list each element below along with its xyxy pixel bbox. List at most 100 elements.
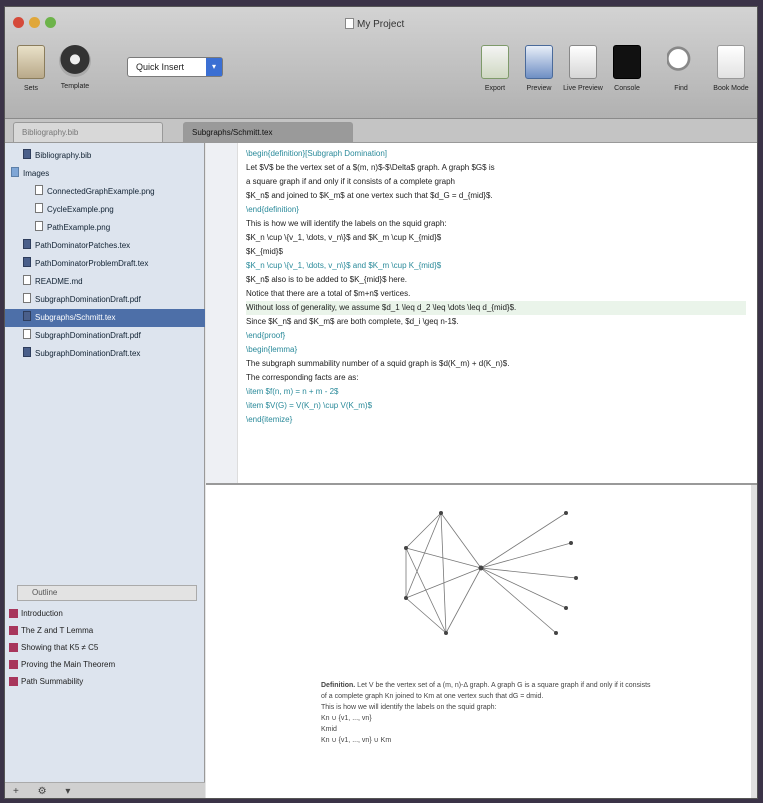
file-tree-item-label: ConnectedGraphExample.png: [47, 187, 155, 196]
book-mode-button[interactable]: Book Mode: [709, 45, 753, 92]
export-icon: [481, 45, 509, 79]
source-editor[interactable]: \begin{definition}[Subgraph Domination] L…: [206, 143, 757, 485]
file-tree-item[interactable]: README.md: [5, 273, 205, 291]
file-icon: [23, 239, 31, 249]
code-line[interactable]: a square graph if and only if it consist…: [246, 175, 746, 189]
outline-item[interactable]: Path Summability: [5, 673, 205, 690]
file-icon: [23, 329, 31, 339]
outline-item[interactable]: Introduction: [5, 605, 205, 622]
file-icon: [23, 257, 31, 267]
file-tree-item-label: CycleExample.png: [47, 205, 114, 214]
sets-button[interactable]: Sets: [9, 45, 53, 92]
pdf-preview[interactable]: Definition. Let V be the vertex set of a…: [206, 485, 757, 798]
outline-item[interactable]: Showing that K5 ≠ C5: [5, 639, 205, 656]
pdf-lines: This is how we will identify the labels …: [321, 702, 651, 746]
code-line[interactable]: Notice that there are a total of $m+n$ v…: [246, 287, 746, 301]
section-icon: [9, 626, 18, 635]
find-button[interactable]: Find: [659, 45, 703, 92]
file-tree-item-label: Subgraphs/Schmitt.tex: [35, 313, 116, 322]
file-tree-item[interactable]: PathDominatorProblemDraft.tex: [5, 255, 205, 273]
pdf-line: Kn ∪ {v1, ..., vn} ∪ Km: [321, 737, 392, 744]
app-window: My Project Sets Template Quick Insert ▾ …: [4, 6, 758, 799]
pdf-body-text: Definition. Let V be the vertex set of a…: [321, 680, 651, 746]
sets-icon: [17, 45, 45, 79]
code-line[interactable]: $K_n$ also is to be added to $K_{mid}$ h…: [246, 273, 746, 287]
section-icon: [9, 609, 18, 618]
file-tree-item-label: Bibliography.bib: [35, 151, 92, 160]
file-tree-item[interactable]: CycleExample.png: [5, 201, 205, 219]
file-tree-item-label: SubgraphDominationDraft.pdf: [35, 331, 141, 340]
tab-schmitt[interactable]: Subgraphs/Schmitt.tex: [183, 122, 353, 142]
minimize-window-button[interactable]: [29, 17, 40, 28]
close-window-button[interactable]: [13, 17, 24, 28]
pdf-line: This is how we will identify the labels …: [321, 704, 497, 711]
section-icon: [9, 660, 18, 669]
file-tree-item[interactable]: PathExample.png: [5, 219, 205, 237]
code-line[interactable]: $K_{mid}$: [246, 245, 746, 259]
sidebar-action-bar[interactable]: + ⚙ ▾: [5, 782, 205, 798]
code-line[interactable]: $K_n \cup \{v_1, \dots, v_n\}$ and $K_m …: [246, 259, 746, 273]
book-mode-icon: [717, 45, 745, 79]
definition-text: Let V be the vertex set of a (m, n)-Δ gr…: [321, 682, 651, 700]
quick-insert-dropdown[interactable]: Quick Insert ▾: [127, 57, 223, 77]
file-tree-item[interactable]: Subgraphs/Schmitt.tex: [5, 309, 205, 327]
outline-list: Introduction The Z and T Lemma Showing tha…: [5, 605, 205, 690]
file-tree-item[interactable]: Images: [5, 165, 205, 183]
file-tree-item[interactable]: Bibliography.bib: [5, 147, 205, 165]
file-icon: [35, 221, 43, 231]
outline-item-label: The Z and T Lemma: [21, 626, 94, 635]
code-line[interactable]: \end{proof}: [246, 329, 746, 343]
outline-item[interactable]: Proving the Main Theorem: [5, 656, 205, 673]
document-icon: [345, 18, 354, 29]
file-icon: [23, 293, 31, 303]
section-icon: [9, 677, 18, 686]
code-line[interactable]: $K_n$ and joined to $K_m$ at one vertex …: [246, 189, 746, 203]
tab-strip: Bibliography.bib Subgraphs/Schmitt.tex: [5, 119, 757, 143]
preview-scrollbar[interactable]: [751, 485, 757, 798]
outline-header[interactable]: Outline: [17, 585, 197, 601]
preview-button[interactable]: Preview: [517, 45, 561, 92]
code-line[interactable]: Since $K_n$ and $K_m$ are both complete,…: [246, 315, 746, 329]
code-line[interactable]: $K_n \cup \{v_1, \dots, v_n\}$ and $K_m …: [246, 231, 746, 245]
file-tree-item[interactable]: ConnectedGraphExample.png: [5, 183, 205, 201]
file-icon: [35, 203, 43, 213]
code-area[interactable]: \begin{definition}[Subgraph Domination] L…: [246, 147, 746, 427]
pdf-line: Kmid: [321, 726, 337, 733]
file-tree-item[interactable]: SubgraphDominationDraft.tex: [5, 345, 205, 363]
console-button[interactable]: Console: [605, 45, 649, 92]
code-line[interactable]: Let $V$ be the vertex set of a $(m, n)$-…: [246, 161, 746, 175]
code-line[interactable]: This is how we will identify the labels …: [246, 217, 746, 231]
code-line[interactable]: \end{definition}: [246, 203, 746, 217]
code-line[interactable]: \item $f(n, m) = n + m - 2$: [246, 385, 746, 399]
code-line[interactable]: Without loss of generality, we assume $d…: [246, 301, 746, 315]
code-line[interactable]: \item $V(G) = V(K_n) \cup V(K_m)$: [246, 399, 746, 413]
code-line[interactable]: \end{itemize}: [246, 413, 746, 427]
sidebar: Bibliography.bib Images ConnectedGraphExam…: [5, 143, 205, 798]
outline-item[interactable]: The Z and T Lemma: [5, 622, 205, 639]
file-tree-item-label: PathDominatorProblemDraft.tex: [35, 259, 149, 268]
template-icon: [59, 45, 91, 77]
live-preview-button[interactable]: Live Preview: [561, 45, 605, 92]
line-number-gutter: [206, 143, 238, 483]
file-tree-item[interactable]: PathDominatorPatches.tex: [5, 237, 205, 255]
file-tree-item-label: PathExample.png: [47, 223, 111, 232]
tab-bibliography[interactable]: Bibliography.bib: [13, 122, 163, 142]
squid-graph-figure: [404, 511, 578, 635]
template-button[interactable]: Template: [53, 45, 97, 90]
file-tree-item[interactable]: SubgraphDominationDraft.pdf: [5, 327, 205, 345]
file-icon: [35, 185, 43, 195]
file-tree-item-label: SubgraphDominationDraft.tex: [35, 349, 141, 358]
code-line[interactable]: \begin{definition}[Subgraph Domination]: [246, 147, 746, 161]
code-line[interactable]: \begin{lemma}: [246, 343, 746, 357]
section-icon: [9, 643, 18, 652]
code-line[interactable]: The subgraph summability number of a squ…: [246, 357, 746, 371]
export-button[interactable]: Export: [473, 45, 517, 92]
zoom-window-button[interactable]: [45, 17, 56, 28]
code-line[interactable]: The corresponding facts are as:: [246, 371, 746, 385]
file-tree-item[interactable]: SubgraphDominationDraft.pdf: [5, 291, 205, 309]
outline-item-label: Introduction: [21, 609, 63, 618]
outline-item-label: Proving the Main Theorem: [21, 660, 116, 669]
file-tree-item-label: Images: [23, 169, 50, 178]
outline-item-label: Showing that K5 ≠ C5: [21, 643, 99, 652]
file-icon: [23, 347, 31, 357]
